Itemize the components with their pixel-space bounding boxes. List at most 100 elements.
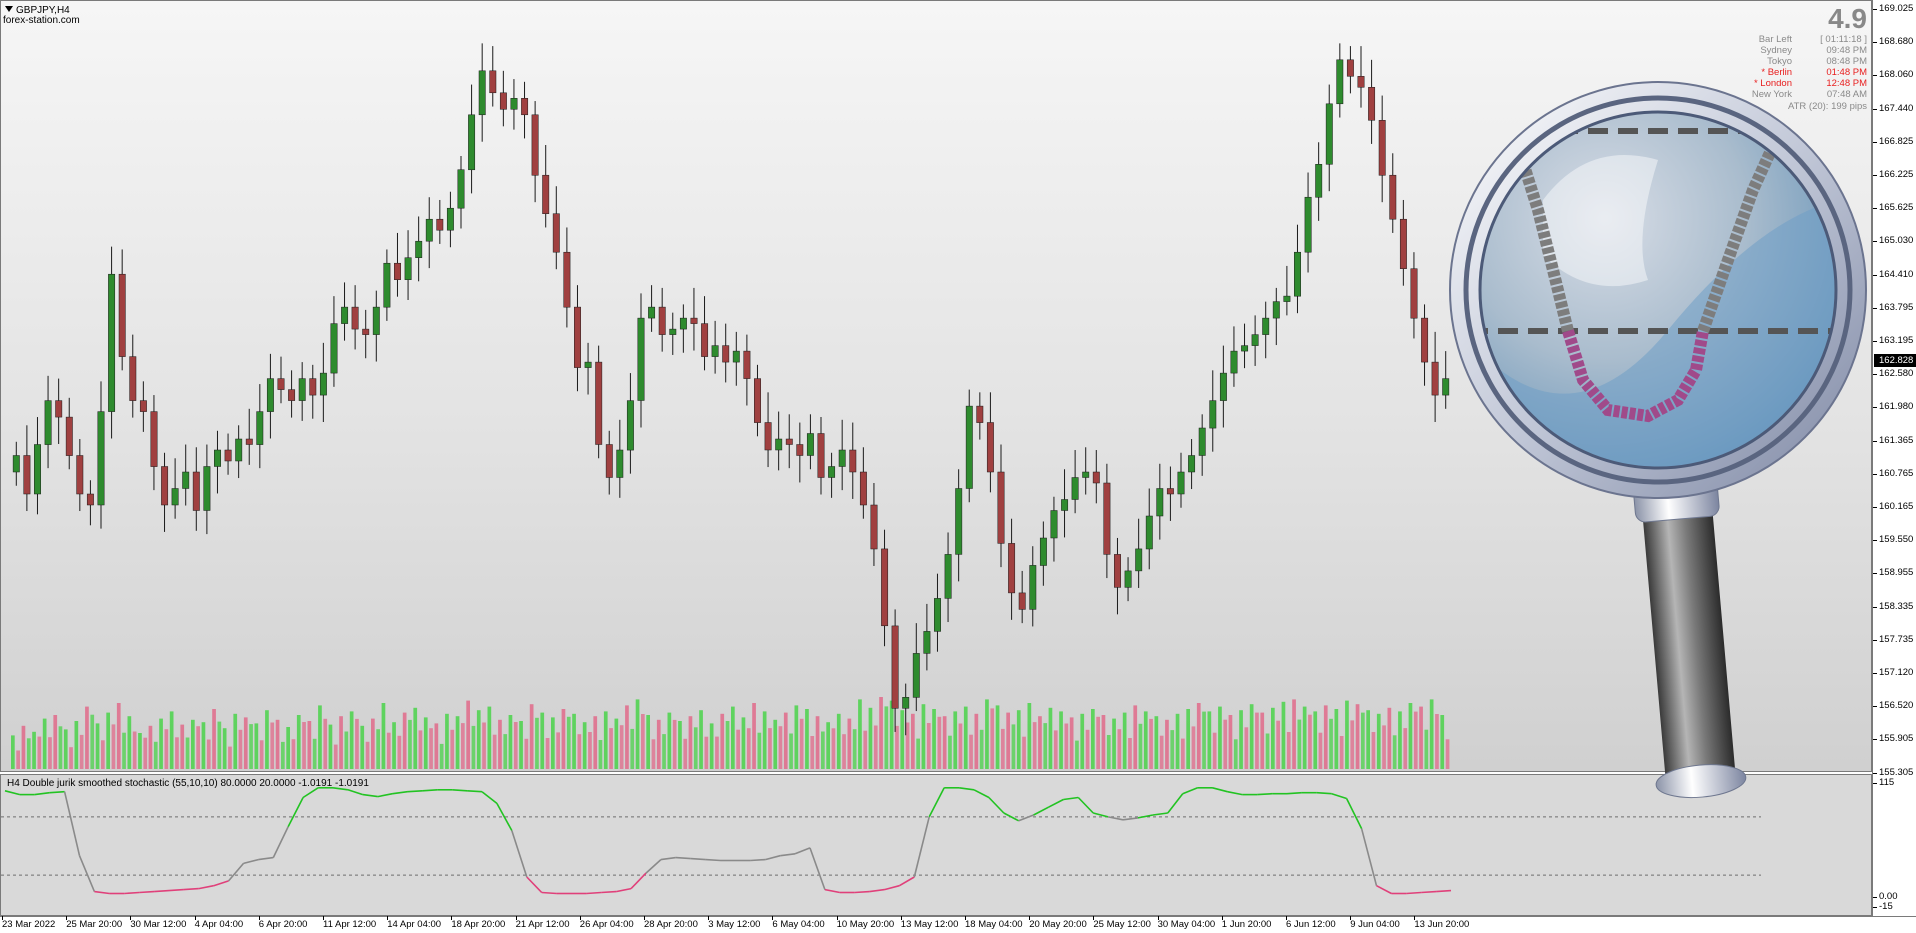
volume-bar [328,724,333,769]
stochastic-segment [660,856,676,861]
time-tick: 25 Mar 20:00 [66,916,123,930]
volume-bar [323,718,328,769]
candle-body [1114,554,1121,588]
stochastic-segment [1286,791,1302,795]
volume-bar [614,718,619,769]
candle-body [563,251,571,308]
candle-body [817,433,825,478]
stochastic-segment [928,787,945,818]
volume-bar [418,730,423,769]
candle-body [1346,59,1354,77]
stochastic-segment [362,793,378,798]
volume-bar [1286,732,1291,769]
dropdown-triangle-icon[interactable] [5,6,13,12]
time-tick: 28 Apr 20:00 [644,916,698,930]
volume-bar [1276,720,1280,769]
volume-bar [789,733,793,769]
candle-body [1209,400,1217,429]
candle-body [12,455,20,473]
time-tick: 13 May 12:00 [900,916,959,930]
volume-bar [286,727,290,769]
volume-bar [423,717,428,769]
stochastic-segment [1182,787,1198,795]
volume-bar [889,700,894,769]
volume-bar [995,705,1000,769]
volume-bar [392,722,396,769]
candle-body [722,345,730,363]
volume-bar [1361,712,1365,769]
volume-bar [281,741,285,769]
volume-bar [1308,714,1312,769]
volume-bar [1207,711,1212,769]
volume-bar [868,707,873,769]
time-tick: 14 Apr 04:00 [387,916,442,930]
volume-bar [1345,700,1349,769]
volume-bar [921,704,926,769]
candle-body [965,405,973,489]
candle-body [351,306,359,330]
candle-body [161,466,169,506]
price-tick: 165.030 [1872,235,1914,247]
price-tick: 163.195 [1872,335,1914,346]
stochastic-segment [1063,796,1079,801]
price-tick: 161.365 [1872,434,1914,446]
volume-bar [1271,707,1275,769]
volume-bar [1334,709,1339,769]
volume-bar [693,727,698,769]
candle-body [478,70,486,116]
time-scale[interactable]: 23 Mar 2022 25 Mar 20:00 30 Mar 12:00 4 Apr… [0,916,1916,933]
volume-bar [122,732,126,769]
stochastic-segment [452,789,468,792]
volume-bar [90,714,95,769]
volume-bar [836,713,841,769]
candle-body [1241,345,1249,352]
candle-body [764,422,772,451]
volume-bar [439,743,444,769]
price-scale[interactable]: 169.025 168.680 168.060 167.440 166.825 166.2… [1872,0,1916,916]
volume-bar [106,712,110,769]
stochastic-segment [869,888,885,893]
stochastic-segment [302,787,319,799]
volume-bar [11,735,15,769]
candle-body [425,218,433,242]
volume-bar [1053,730,1058,769]
info-label: Bar Left [1758,34,1792,45]
candle-body [86,493,94,506]
stochastic-segment [34,791,50,796]
volume-bar [1281,701,1286,769]
info-label: Tokyo [1767,56,1792,67]
candle-body [256,411,264,445]
volume-bar [1181,738,1185,769]
volume-bar [963,706,968,769]
volume-bar [265,710,269,769]
volume-bar [1170,730,1175,769]
time-tick: 23 Mar 2022 [2,916,56,930]
candle-body [785,438,793,445]
stochastic-segment [467,790,483,793]
stochastic-segment [854,890,870,894]
candle-body [616,449,624,478]
candle-body [182,471,190,489]
volume-bar [651,739,656,769]
volume-bar [646,715,650,769]
volume-bar [1419,706,1423,769]
candle-body [912,653,920,698]
candle-body [457,169,465,209]
stochastic-segment [183,887,199,891]
site-watermark: forex-station.com [3,15,80,26]
volume-bar [535,717,539,769]
volume-bar [656,719,661,769]
stochastic-segment [1436,889,1452,893]
candle-body [404,257,412,280]
candle-body [55,400,63,418]
volume-bar [1128,738,1132,769]
candle-body [1029,565,1037,610]
candle-body [1219,372,1227,401]
volume-bar [402,712,407,769]
stochastic-segment [1048,798,1064,808]
volume-bar [985,699,989,769]
volume-bar [974,713,979,769]
candle-body [648,306,656,319]
volume-bar [1032,722,1037,769]
candle-body [1283,295,1291,302]
